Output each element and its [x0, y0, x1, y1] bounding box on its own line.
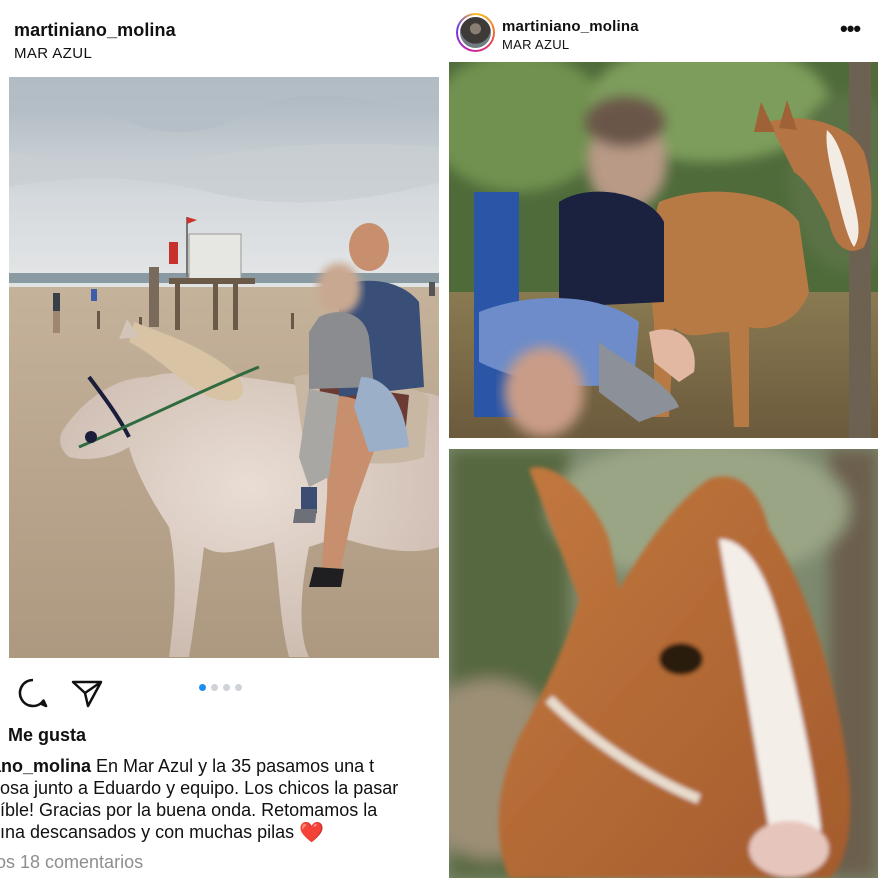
send-icon[interactable]	[70, 676, 104, 710]
carousel-dot[interactable]	[235, 684, 242, 691]
view-comments-link[interactable]: os 18 comentarios	[0, 852, 143, 873]
foal-closeup-photo[interactable]	[449, 449, 878, 878]
caption-line-1: iniano_molina En Mar Azul y la 35 pasamo…	[0, 755, 447, 777]
post-caption: iniano_molina En Mar Azul y la 35 pasamo…	[0, 755, 447, 844]
avatar[interactable]	[456, 13, 495, 52]
caption-text: En Mar Azul y la 35 pasamos una t	[91, 756, 375, 776]
carousel-dot[interactable]	[223, 684, 230, 691]
child-with-foal-photo[interactable]	[449, 62, 878, 438]
right-post: martiniano_molina MAR AZUL •••	[447, 0, 887, 887]
caption-line-2: osa junto a Eduardo y equipo. Los chicos…	[0, 778, 399, 798]
comment-icon[interactable]	[16, 676, 50, 710]
post-location[interactable]: MAR AZUL	[502, 37, 569, 52]
profile-picture	[460, 17, 491, 48]
caption-username[interactable]: iniano_molina	[0, 756, 91, 776]
caption-text: ına descansados y con muchas pilas	[0, 822, 300, 842]
beach-horse-ride-photo[interactable]	[9, 77, 439, 658]
carousel-indicator	[199, 684, 242, 691]
caption-line-4: ına descansados y con muchas pilas ❤️	[0, 821, 447, 844]
post-username[interactable]: martiniano_molina	[502, 18, 639, 35]
left-post: martiniano_molina MAR AZUL Me gusta no_m…	[0, 0, 447, 887]
likes-label[interactable]: Me gusta	[8, 725, 86, 746]
heart-emoji-icon: ❤️	[299, 822, 325, 844]
more-options-icon[interactable]: •••	[840, 18, 870, 44]
carousel-dot-active[interactable]	[199, 684, 206, 691]
post-actions-bar	[0, 672, 447, 712]
post-username[interactable]: martiniano_molina	[14, 20, 176, 41]
caption-line-3: íble! Gracias por la buena onda. Retomam…	[0, 800, 378, 820]
post-location[interactable]: MAR AZUL	[14, 45, 92, 62]
carousel-dot[interactable]	[211, 684, 218, 691]
